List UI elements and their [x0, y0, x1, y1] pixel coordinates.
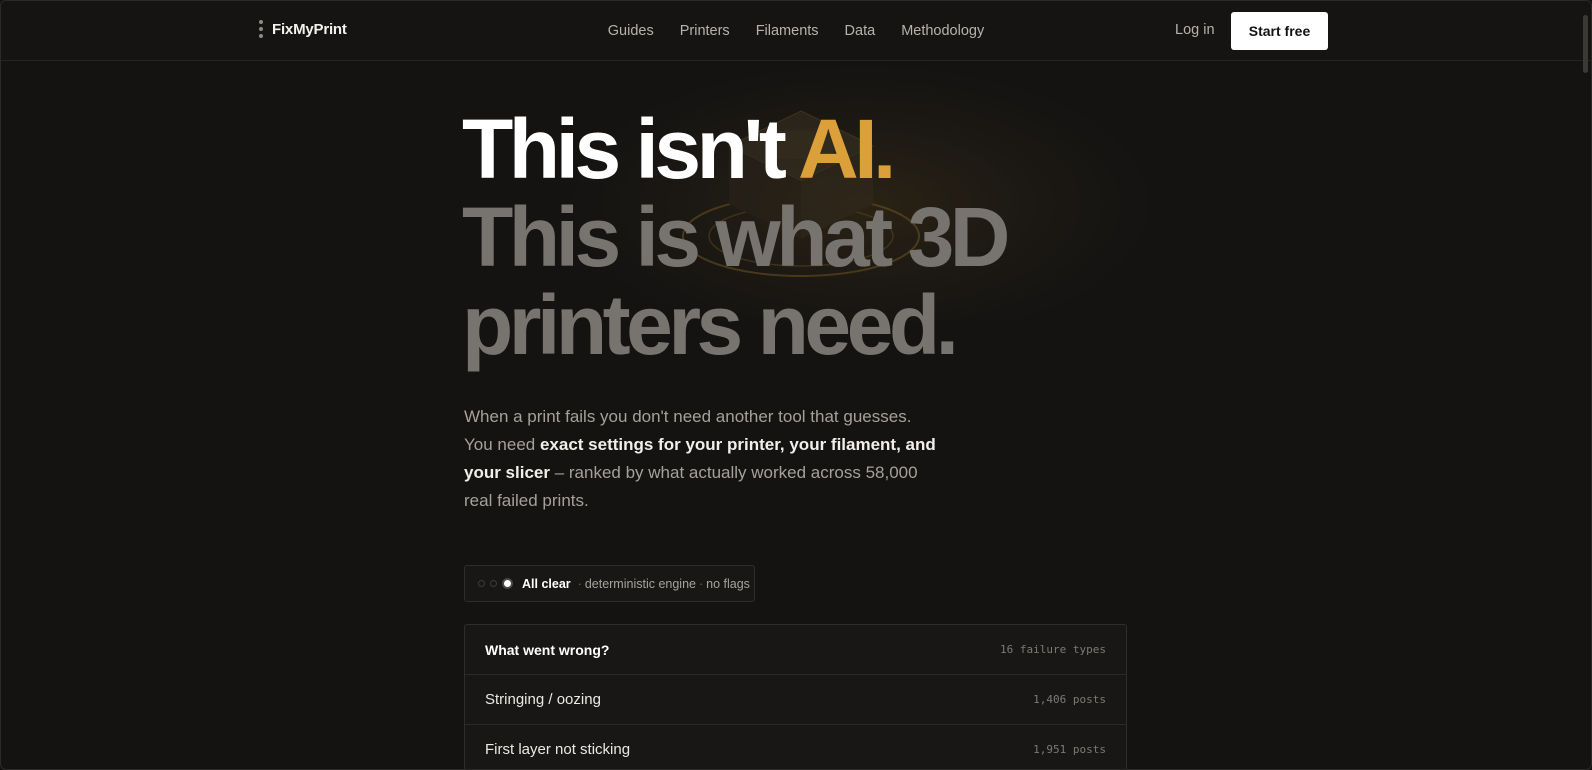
engine-status-badge: All clear · deterministic engine · no fl… [464, 565, 755, 602]
scrollbar-thumb[interactable] [1583, 15, 1588, 73]
headline-line1: This isn't AI. [462, 102, 896, 196]
status-detail-engine: deterministic engine [584, 576, 696, 591]
login-link[interactable]: Log in [1175, 22, 1215, 38]
failure-type-count: 16 failure types [1000, 643, 1106, 656]
brand-name: FixMyPrint [272, 20, 347, 38]
failure-row-label: First layer not sticking [485, 741, 631, 758]
page-scrollbar[interactable] [1581, 1, 1589, 769]
headline-accent: AI. [798, 102, 896, 196]
status-detail-flags: no flags [706, 576, 750, 591]
failure-row-stringing[interactable]: Stringing / oozing 1,406 posts [465, 675, 1126, 725]
nav-link-guides[interactable]: Guides [608, 23, 654, 39]
brand-logo[interactable]: FixMyPrint [259, 20, 347, 38]
headline-line2: This is what 3D [462, 190, 1010, 284]
failure-row-count: 1,406 posts [1033, 693, 1106, 706]
failure-panel-title: What went wrong? [485, 641, 610, 658]
headline-line3: printers need. [462, 278, 959, 372]
status-indicator-icon [478, 578, 513, 589]
hero-headline: This isn't AI. This is what 3D printers … [462, 102, 1010, 372]
nav-link-printers[interactable]: Printers [680, 23, 730, 39]
status-title: All clear [522, 576, 571, 591]
failure-row-count: 1,951 posts [1033, 743, 1106, 756]
hero-description: When a print fails you don't need anothe… [464, 407, 936, 510]
main-nav: Guides Printers Filaments Data Methodolo… [1, 1, 1591, 60]
nav-link-filaments[interactable]: Filaments [756, 23, 819, 39]
nav-link-data[interactable]: Data [845, 23, 876, 39]
failure-types-panel: What went wrong? 16 failure types String… [464, 624, 1127, 769]
menu-dots-icon [259, 20, 263, 38]
site-header: FixMyPrint Guides Printers Filaments Dat… [1, 1, 1591, 61]
nav-link-methodology[interactable]: Methodology [901, 23, 984, 39]
failure-row-label: Stringing / oozing [485, 691, 601, 708]
failure-panel-header: What went wrong? 16 failure types [465, 625, 1126, 675]
browser-viewport: FixMyPrint Guides Printers Filaments Dat… [0, 0, 1592, 770]
start-free-button[interactable]: Start free [1231, 12, 1328, 50]
failure-row-first-layer[interactable]: First layer not sticking 1,951 posts [465, 725, 1126, 769]
